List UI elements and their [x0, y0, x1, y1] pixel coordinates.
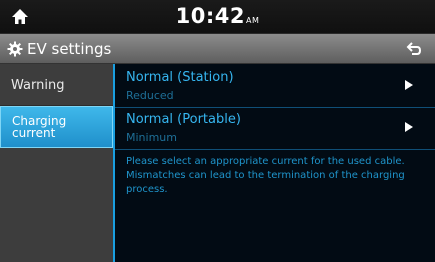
sidebar-item-label: Warning [11, 78, 65, 93]
clock-ampm: AM [245, 16, 260, 25]
list-item-normal-portable[interactable]: Normal (Portable) Minimum [115, 108, 435, 150]
sidebar-item-warning[interactable]: Warning [0, 66, 113, 106]
chevron-right-icon [405, 80, 413, 90]
chevron-right-icon [405, 122, 413, 132]
settings-content: Normal (Station) Reduced Normal (Portabl… [113, 64, 435, 262]
clock: 10:42AM [0, 4, 435, 28]
sidebar: Warning Charging current [0, 64, 113, 262]
page-title: EV settings [27, 40, 112, 58]
sidebar-item-charging-current[interactable]: Charging current [0, 106, 113, 148]
clock-time: 10:42 [175, 4, 245, 28]
item-value: Reduced [126, 89, 174, 102]
item-value: Minimum [126, 131, 177, 144]
status-bar: 10:42AM [0, 0, 435, 34]
back-button[interactable] [393, 34, 435, 64]
item-title: Normal (Station) [126, 70, 234, 85]
screen: 10:42AM EV settings Warning Charging cur… [0, 0, 435, 262]
title-bar: EV settings [0, 34, 435, 64]
gear-icon [7, 41, 23, 57]
info-line-2: Mismatches can lead to the termination o… [126, 170, 405, 195]
info-line-1: Please select an appropriate current for… [126, 156, 405, 167]
info-text: Please select an appropriate current for… [126, 155, 431, 197]
sidebar-item-label-line2: current [12, 126, 56, 140]
back-arrow-icon [406, 42, 422, 55]
list-item-normal-station[interactable]: Normal (Station) Reduced [115, 66, 435, 108]
item-title: Normal (Portable) [126, 112, 241, 127]
